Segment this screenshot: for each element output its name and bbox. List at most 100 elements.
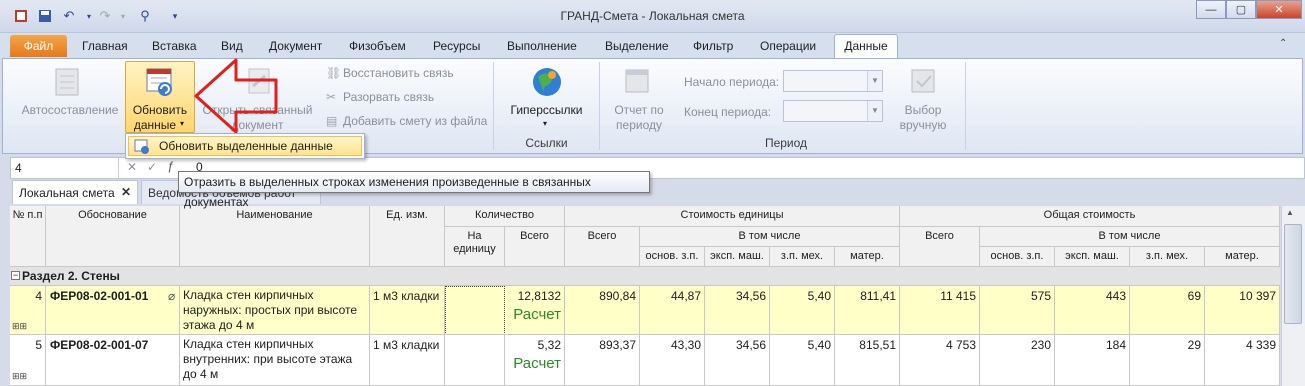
- row-total-osn: 230: [980, 335, 1055, 386]
- manual-select-icon: [908, 66, 940, 98]
- col-header-unit-incl: В том числе: [640, 227, 900, 247]
- cell-reference-input[interactable]: 4: [11, 158, 119, 178]
- row-total-eksp: 443: [1055, 286, 1130, 335]
- report-period-button: Отчет по: [614, 103, 664, 117]
- row-unit-zpmeh: 5,40: [770, 286, 835, 335]
- row-unit-zpmeh: 5,40: [770, 335, 835, 386]
- col-header-unit-cost: Стоимость единицы: [565, 206, 900, 227]
- tab-view[interactable]: Вид: [217, 37, 247, 57]
- col-header-qty-total: Всего: [505, 227, 565, 267]
- row-total-osn: 575: [980, 286, 1055, 335]
- row-unit-all: 890,84: [565, 286, 640, 335]
- manual-select-label-2: вручную: [899, 118, 947, 132]
- period-end-label: Конец периода:: [684, 105, 772, 119]
- col-header-unit-mater: матер.: [835, 247, 900, 267]
- maximize-button[interactable]: ▢: [1226, 0, 1256, 19]
- col-header-total-eksp: эксп. маш.: [1055, 247, 1130, 267]
- expand-row-icon[interactable]: ⊞⊞: [12, 371, 27, 382]
- row-name: Кладка стен кирпичных наружных: простых …: [180, 286, 370, 335]
- refresh-selected-icon: [134, 139, 150, 155]
- manual-select-button: Выбор: [904, 103, 942, 117]
- tab-resources[interactable]: Ресурсы: [429, 37, 484, 57]
- col-header-total-osn: основ. з.п.: [980, 247, 1055, 267]
- col-header-name: Наименование: [180, 206, 370, 267]
- refresh-selected-menu-item[interactable]: Обновить выделенные данные: [128, 136, 362, 156]
- row-unit-osn: 44,87: [640, 286, 705, 335]
- col-header-unit-all: Всего: [565, 227, 640, 267]
- close-tab-icon[interactable]: ✕: [121, 185, 131, 199]
- hyperlinks-dropdown-icon[interactable]: ▾: [543, 119, 547, 128]
- row-total-eksp: 184: [1055, 335, 1130, 386]
- report-period-icon: [622, 66, 654, 98]
- scroll-up-icon[interactable]: ▲: [1286, 208, 1294, 217]
- col-header-total-cost: Общая стоимость: [900, 206, 1280, 227]
- tooltip: Отразить в выделенных строках изменения …: [178, 171, 650, 209]
- calc-link[interactable]: Расчет: [445, 307, 565, 335]
- col-header-num: № п.п: [10, 206, 46, 267]
- ribbon-separator: [965, 62, 966, 150]
- refresh-data-icon: [144, 66, 176, 98]
- col-header-basis: Обоснование: [46, 206, 180, 267]
- collapse-section-icon[interactable]: −: [11, 271, 20, 280]
- col-header-qty: Количество: [445, 206, 565, 227]
- function-icon: ƒ: [167, 159, 174, 173]
- ribbon-separator: [599, 62, 600, 150]
- row-unit-eksp: 34,56: [705, 286, 770, 335]
- autosostavlenie-button: Автосоставление: [21, 103, 119, 117]
- tab-insert[interactable]: Вставка: [148, 37, 201, 57]
- close-button[interactable]: ✕: [1256, 0, 1302, 19]
- tab-home[interactable]: Главная: [78, 37, 132, 57]
- calc-link[interactable]: Расчет: [445, 356, 565, 386]
- scrollbar-thumb[interactable]: [1284, 224, 1302, 324]
- period-start-label: Начало периода:: [684, 75, 780, 89]
- tab-file[interactable]: Файл: [10, 35, 67, 57]
- section-row[interactable]: [10, 267, 1280, 286]
- break-link-button: Разорвать связь: [343, 90, 435, 104]
- row-basis: ФЕР08-02-001-07: [46, 335, 180, 386]
- row-total-mater: 4 339: [1205, 335, 1280, 386]
- globe-icon: [530, 65, 564, 99]
- group-links-caption: Ссылки: [525, 136, 568, 150]
- collapse-ribbon-icon[interactable]: ⌃: [1279, 38, 1287, 49]
- ribbon-separator: [493, 62, 494, 150]
- tab-execution[interactable]: Выполнение: [503, 37, 581, 57]
- row-unit-eksp: 34,56: [705, 335, 770, 386]
- col-header-unit: Ед. изм.: [370, 206, 445, 267]
- tab-document[interactable]: Документ: [265, 37, 326, 57]
- menu-item-label: Обновить выделенные данные: [159, 139, 333, 153]
- tab-operations[interactable]: Операции: [756, 37, 820, 57]
- autosostavlenie-icon: [52, 66, 84, 98]
- col-header-total-zpmeh: з.п. мех.: [1130, 247, 1205, 267]
- tab-data[interactable]: Данные: [834, 34, 898, 58]
- section-title: Раздел 2. Стены: [22, 269, 120, 283]
- col-header-unit-osn: основ. з.п.: [640, 247, 705, 267]
- row-total-zpmeh: 29: [1130, 335, 1205, 386]
- tab-physvolume[interactable]: Физобъем: [345, 37, 410, 57]
- restore-link-button: Восстановить связь: [343, 66, 454, 80]
- add-from-file-button: Добавить смету из файла: [343, 114, 488, 128]
- refresh-data-label-2: данные: [133, 118, 177, 132]
- paperclip-icon[interactable]: ⌀: [168, 289, 175, 303]
- period-start-select: ▼: [783, 70, 883, 92]
- doc-tab-label: Локальная смета: [19, 186, 115, 200]
- tab-selection[interactable]: Выделение: [601, 37, 673, 57]
- col-header-total-all: Всего: [900, 227, 980, 267]
- refresh-data-label-1: Обновить: [132, 103, 188, 117]
- col-header-unit-eksp: эксп. маш.: [705, 247, 770, 267]
- row-unit-all: 893,37: [565, 335, 640, 386]
- expand-row-icon[interactable]: ⊞⊞: [12, 321, 27, 332]
- minimize-button[interactable]: —: [1196, 0, 1226, 19]
- row-total-mater: 10 397: [1205, 286, 1280, 335]
- row-unit-osn: 43,30: [640, 335, 705, 386]
- window-title: ГРАНД-Смета - Локальная смета: [560, 9, 745, 23]
- cancel-icon: ✕: [127, 160, 138, 174]
- doc-tab-local-estimate[interactable]: Локальная смета: [12, 180, 138, 204]
- row-unit-mater: 811,41: [835, 286, 900, 335]
- row-unit-mater: 815,51: [835, 335, 900, 386]
- add-from-file-icon: ▤: [326, 114, 338, 128]
- tab-filter[interactable]: Фильтр: [689, 37, 737, 57]
- hyperlinks-button[interactable]: Гиперссылки: [500, 103, 593, 118]
- col-header-qty-per-unit: На единицу: [445, 227, 505, 267]
- col-header-unit-zpmeh: з.п. мех.: [770, 247, 835, 267]
- row-total-all: 11 415: [900, 286, 980, 335]
